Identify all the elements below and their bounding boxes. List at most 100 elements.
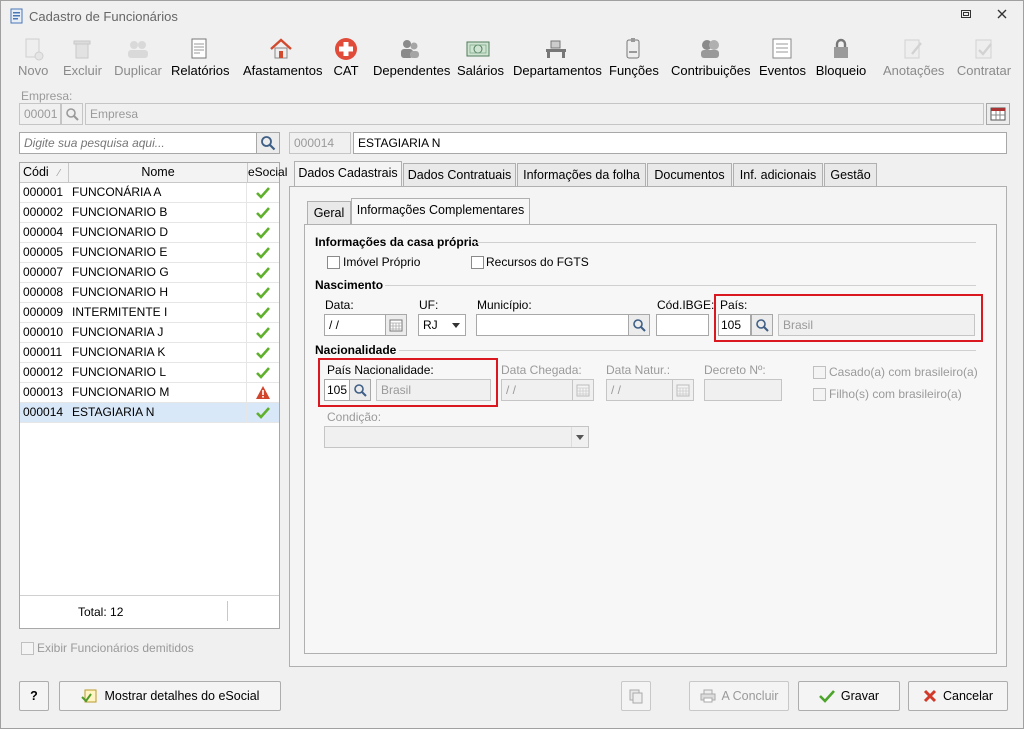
subtab-geral[interactable]: Geral [307,201,351,225]
imovel-proprio-checkbox[interactable] [327,256,340,269]
tab-informacoes-folha[interactable]: Informações da folha [517,163,646,187]
table-row[interactable]: 000010 FUNCIONARIA J [20,323,279,343]
data-chegada-calendar-button [572,379,594,401]
municipio-search-button[interactable] [628,314,650,336]
data-naturalizacao-field: / / [606,379,673,401]
column-header-code[interactable]: Códi ⁄ [20,163,69,183]
tab-dados-contratuais[interactable]: Dados Contratuais [403,163,516,187]
search-input[interactable]: Digite sua pesquisa aqui... [19,132,257,154]
condicao-label: Condição: [327,410,382,424]
pais-nacionalidade-label: País Nacionalidade: [327,363,434,377]
toolbar-departamentos-button[interactable]: Departamentos [513,32,602,82]
table-row[interactable]: 000002 FUNCIONARIO B [20,203,279,223]
table-row[interactable]: 000005 FUNCIONARIO E [20,243,279,263]
data-naturalizacao-calendar-button [672,379,694,401]
row-name: FUNCIONARIO D [72,225,168,239]
show-dismissed-checkbox[interactable] [21,642,34,655]
municipio-field[interactable] [476,314,629,336]
decreto-label: Decreto Nº: [704,363,766,377]
toolbar-cat-button[interactable]: CAT [333,32,359,82]
table-row[interactable]: 000008 FUNCIONARIO H [20,283,279,303]
tab-documentos[interactable]: Documentos [647,163,732,187]
data-nascimento-field[interactable]: / / [324,314,386,336]
toolbar-departamentos-label: Departamentos [513,63,602,78]
search-icon [633,319,646,332]
house-icon [270,38,292,59]
empresa-label: Empresa: [21,89,73,103]
uf-select[interactable]: RJ [418,314,466,336]
toolbar-afastamentos-button[interactable]: Afastamentos [243,32,323,82]
toolbar-bloqueio-button[interactable]: Bloqueio [815,32,867,82]
search-button[interactable] [256,132,280,154]
table-row[interactable]: 000014 ESTAGIARIA N [20,403,279,423]
row-name: FUNCIONARIO L [72,365,167,379]
row-code: 000004 [23,225,64,239]
data-chegada-label: Data Chegada: [501,363,582,377]
toolbar-salarios-button[interactable]: Salários [457,32,504,82]
toolbar-contratar-button: Contratar [956,32,1012,82]
toolbar-eventos-button[interactable]: Eventos [759,32,806,82]
table-row[interactable]: 000007 FUNCIONARIO G [20,263,279,283]
employee-name-field[interactable]: ESTAGIARIA N [353,132,1007,154]
data-naturalizacao-label: Data Natur.: [606,363,671,377]
row-name: FUNCIONARIA K [72,345,166,359]
column-header-name[interactable]: Nome [69,163,248,183]
cancelar-label: Cancelar [942,689,994,703]
toolbar-salarios-label: Salários [457,63,504,78]
empresa-name-field: Empresa [85,103,984,125]
toolbar-anotacoes-button: Anotações [883,32,944,82]
badge-icon [626,38,640,59]
employee-code-field: 000014 [289,132,351,154]
toolbar-relatorios-label: Relatórios [171,63,230,78]
empresa-calendar-button[interactable] [986,103,1010,125]
table-row[interactable]: 000011 FUNCIONARIA K [20,343,279,363]
table-row[interactable]: 000013 FUNCIONARIO M [20,383,279,403]
row-code: 000005 [23,245,64,259]
row-code: 000002 [23,205,64,219]
pais-nascimento-code-field[interactable]: 105 [718,314,751,336]
tab-inf-adicionais[interactable]: Inf. adicionais [733,163,823,187]
toolbar-dependentes-button[interactable]: Dependentes [373,32,450,82]
column-header-code-label: Códi [23,165,49,179]
table-row[interactable]: 000001 FUNCONÁRIA A [20,183,279,203]
row-name: FUNCIONARIO B [72,205,168,219]
cancelar-button[interactable]: Cancelar [908,681,1008,711]
pais-nacionalidade-search-button[interactable] [349,379,371,401]
restore-button[interactable] [955,7,977,25]
pais-nascimento-search-button[interactable] [751,314,773,336]
cod-ibge-field[interactable] [656,314,709,336]
row-name: FUNCIONARIA J [72,325,164,339]
table-row[interactable]: 000012 FUNCIONARIO L [20,363,279,383]
users-icon [128,41,148,58]
esocial-ok-icon [246,183,278,202]
close-button[interactable] [991,7,1013,25]
tab-gestao[interactable]: Gestão [824,163,877,187]
tab-dados-cadastrais[interactable]: Dados Cadastrais [294,161,402,187]
gravar-button[interactable]: Gravar [798,681,900,711]
recursos-fgts-checkbox[interactable] [471,256,484,269]
table-row[interactable]: 000009 INTERMITENTE I [20,303,279,323]
municipio-label: Município: [477,298,532,312]
imovel-proprio-label: Imóvel Próprio [343,255,421,269]
data-nascimento-calendar-button[interactable] [385,314,407,336]
toolbar-relatorios-button[interactable]: Relatórios [171,32,230,82]
toolbar-duplicar-label: Duplicar [114,63,162,78]
row-code: 000008 [23,285,64,299]
column-header-esocial[interactable]: eSocial [248,163,287,183]
toolbar: Novo Excluir Duplicar Relatórios Afastamento… [11,32,1015,82]
table-row[interactable]: 000004 FUNCIONARIO D [20,223,279,243]
toolbar-contribuicoes-button[interactable]: Contribuições [671,32,751,82]
toolbar-contratar-label: Contratar [956,63,1012,78]
esocial-details-button[interactable]: Mostrar detalhes do eSocial [59,681,281,711]
subtab-informacoes-complementares[interactable]: Informações Complementares [351,198,530,225]
toolbar-duplicar-button: Duplicar [111,32,165,82]
toolbar-funcoes-button[interactable]: Funções [609,32,659,82]
close-icon [997,9,1007,19]
help-button[interactable]: ? [19,681,49,711]
pais-nacionalidade-code-field[interactable]: 105 [324,379,350,401]
row-name: FUNCIONARIO G [72,265,169,279]
row-code: 000011 [23,345,63,359]
esocial-ok-icon [246,263,278,282]
toolbar-novo-button: Novo [18,32,48,82]
row-code: 000007 [23,265,64,279]
